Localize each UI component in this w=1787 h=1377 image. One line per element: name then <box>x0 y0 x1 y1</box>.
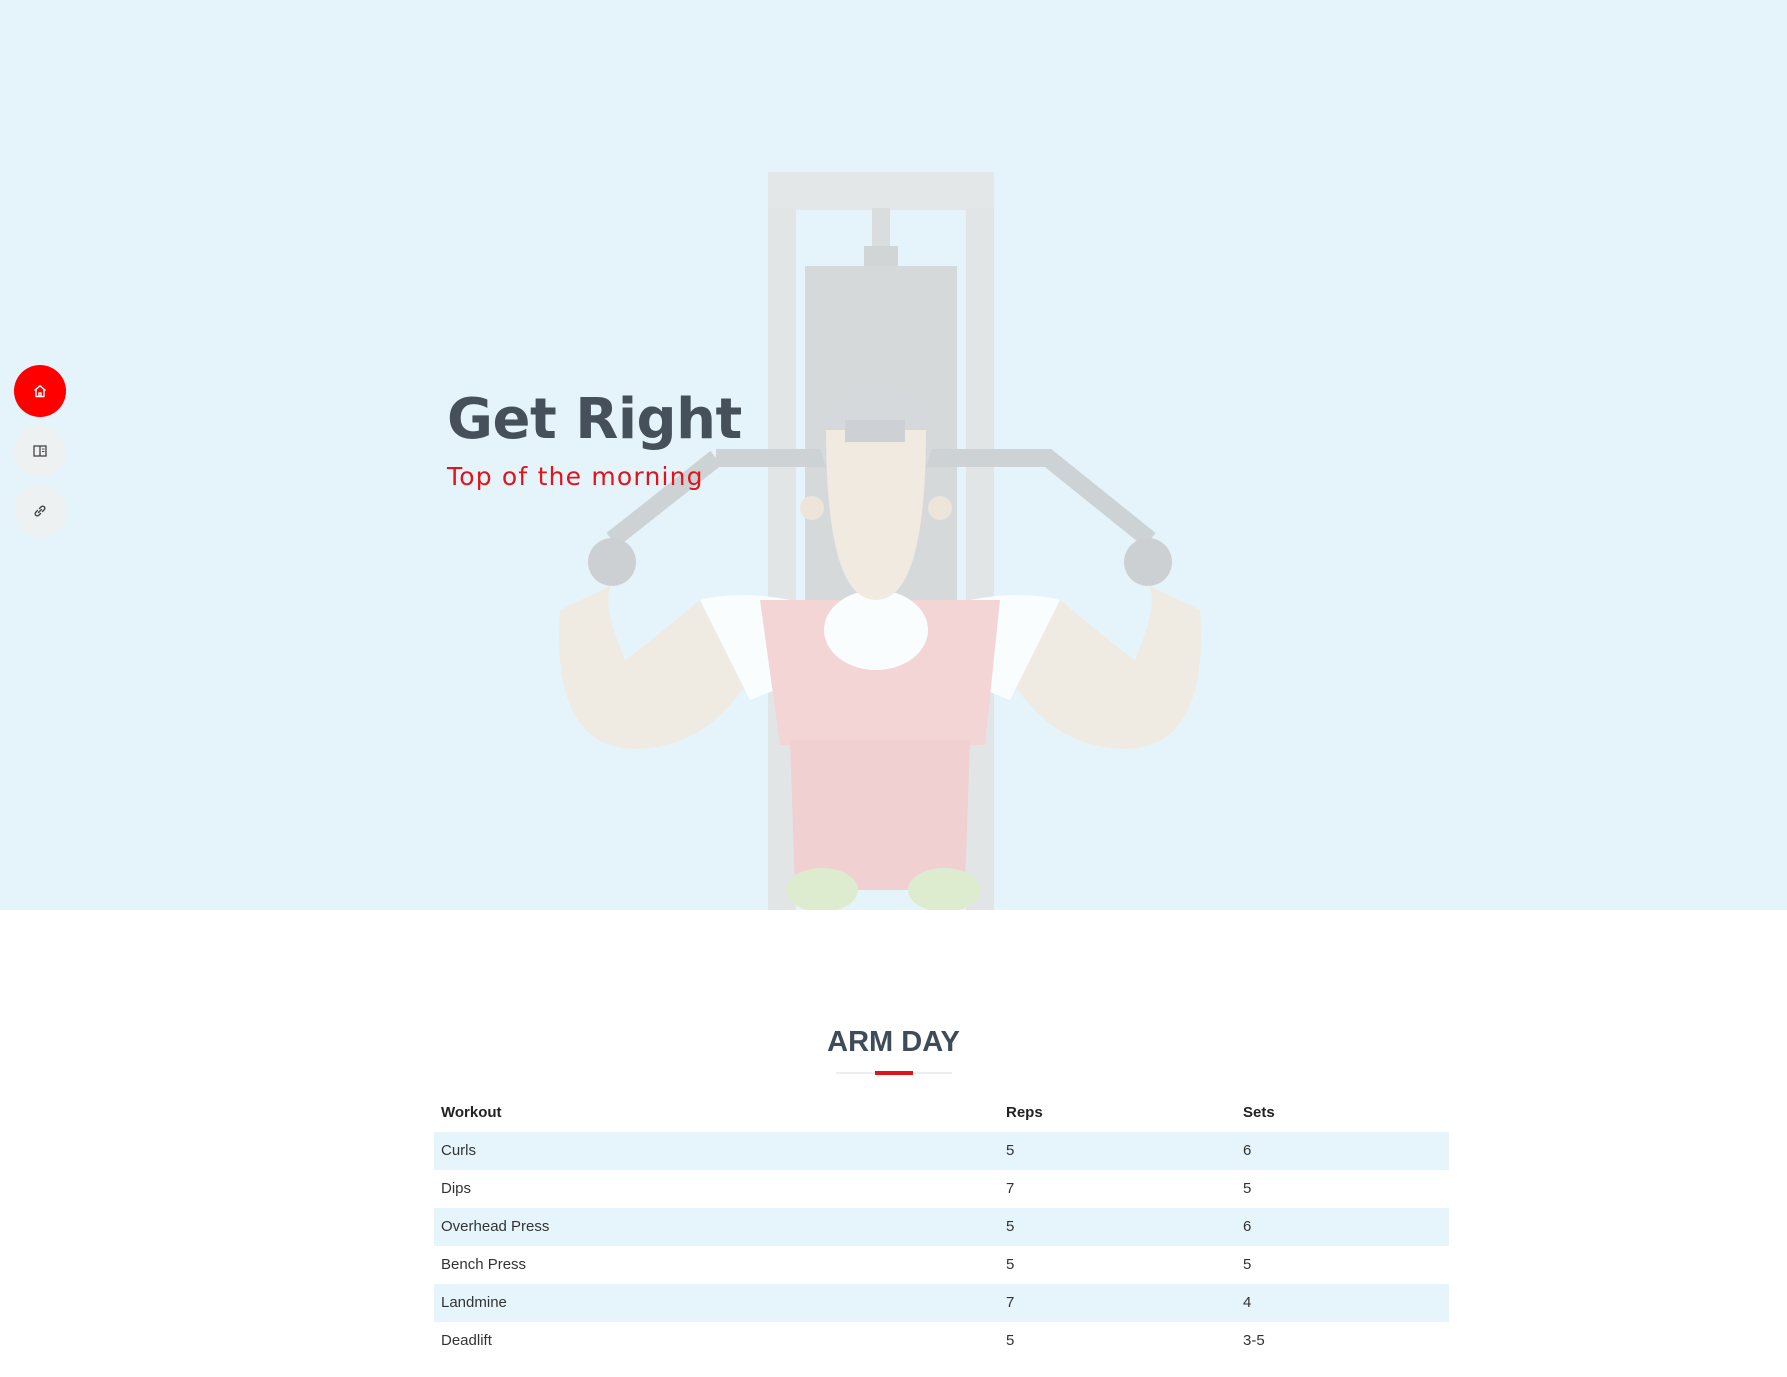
column-header-sets: Sets <box>1243 1104 1275 1121</box>
cell-reps: 5 <box>1006 1256 1015 1273</box>
side-nav <box>14 365 66 545</box>
cell-workout: Bench Press <box>441 1256 527 1273</box>
section-title: ARM DAY <box>827 1026 960 1058</box>
hero-subtitle: Top of the morning <box>447 462 704 491</box>
arm-day-section: ARM DAY Workout Reps Sets Curls 5 6 Dips… <box>0 1005 1787 1349</box>
cell-sets: 4 <box>1236 1284 1449 1322</box>
cell-sets: 6 <box>1236 1208 1449 1246</box>
table-row: Deadlift 5 3-5 <box>434 1322 1449 1360</box>
cell-reps: 7 <box>999 1284 1236 1322</box>
column-header-reps: Reps <box>1006 1104 1043 1121</box>
hero-title: Get Right <box>447 387 742 452</box>
cell-reps: 7 <box>1006 1180 1015 1197</box>
divider-accent <box>874 1070 913 1075</box>
gym-illustration <box>0 0 1787 910</box>
table-header-row: Workout Reps Sets <box>434 1094 1449 1132</box>
link-icon <box>34 505 46 517</box>
table-row: Dips 7 5 <box>434 1170 1449 1208</box>
cell-workout: Curls <box>434 1132 999 1170</box>
column-header-workout: Workout <box>441 1104 502 1121</box>
cell-sets: 5 <box>1243 1256 1252 1273</box>
table-row: Landmine 7 4 <box>434 1284 1449 1322</box>
cell-workout: Landmine <box>434 1284 999 1322</box>
book-icon <box>33 445 47 457</box>
home-icon <box>34 385 46 398</box>
cell-sets: 5 <box>1243 1180 1252 1197</box>
cell-workout: Deadlift <box>441 1332 492 1349</box>
cell-reps: 5 <box>999 1132 1236 1170</box>
cell-sets: 3-5 <box>1243 1332 1265 1349</box>
cell-reps: 5 <box>1006 1332 1015 1349</box>
hero-section: Get Right Top of the morning <box>0 0 1787 910</box>
nav-home-button[interactable] <box>14 365 66 417</box>
nav-book-button[interactable] <box>14 425 66 477</box>
table-row: Overhead Press 5 6 <box>434 1208 1449 1246</box>
hero-text: Get Right Top of the morning <box>447 387 742 492</box>
cell-reps: 5 <box>999 1208 1236 1246</box>
table-row: Curls 5 6 <box>434 1132 1449 1170</box>
table-row: Bench Press 5 5 <box>434 1246 1449 1284</box>
cell-sets: 6 <box>1236 1132 1449 1170</box>
nav-link-button[interactable] <box>14 485 66 537</box>
cell-workout: Overhead Press <box>434 1208 999 1246</box>
cell-workout: Dips <box>441 1180 472 1197</box>
workout-table: Workout Reps Sets Curls 5 6 Dips 7 5 Ove… <box>434 1094 1449 1360</box>
title-divider <box>835 1070 952 1075</box>
